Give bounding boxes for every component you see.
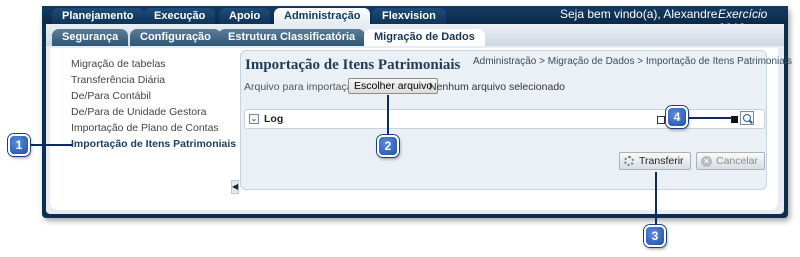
log-label: Log <box>264 113 284 125</box>
log-stop-icon[interactable] <box>731 116 738 123</box>
sidebar-item-importacao-plano-de-contas[interactable]: Importação de Plano de Contas <box>71 122 219 134</box>
subtab-seguranca[interactable]: Segurança <box>52 29 129 46</box>
subtab-migracao-de-dados[interactable]: Migração de Dados <box>364 29 485 46</box>
cancel-icon: × <box>701 156 712 167</box>
main-nav: Planejamento Execução Apoio Administraçã… <box>42 6 788 35</box>
callout-3-badge: 3 <box>644 225 666 247</box>
page-title: Importação de Itens Patrimoniais <box>245 57 461 73</box>
expand-log-icon[interactable]: ⌄ <box>249 114 259 124</box>
tab-flexvision[interactable]: Flexvision <box>372 8 446 24</box>
transfer-button-label: Transferir <box>639 155 684 167</box>
choose-file-button[interactable]: Escolher arquivo <box>348 78 439 94</box>
sidebar-item-importacao-itens-patrimoniais[interactable]: Importação de Itens Patrimoniais <box>71 138 236 150</box>
cancel-button[interactable]: × Cancelar <box>696 152 766 170</box>
callout-2-leader <box>387 95 389 135</box>
cancel-button-label: Cancelar <box>716 155 759 167</box>
tab-planejamento[interactable]: Planejamento <box>52 8 144 24</box>
tab-execucao[interactable]: Execução <box>144 8 216 24</box>
callout-1-badge: 1 <box>8 134 30 156</box>
subtab-estrutura-classificatoria[interactable]: Estrutura Classificatória <box>218 29 366 46</box>
callout-4-leader <box>686 117 732 119</box>
sidebar-collapse-handle[interactable]: ◀ <box>231 180 239 194</box>
welcome-text: Seja bem vindo(a), Alexandre <box>560 7 718 21</box>
callout-3-leader <box>655 172 657 227</box>
log-search-icon[interactable] <box>740 111 754 125</box>
callout-4-badge: 4 <box>666 106 688 128</box>
tab-administracao[interactable]: Administração <box>274 8 371 24</box>
log-square-icon[interactable] <box>657 116 665 124</box>
subtab-configuracao[interactable]: Configuração <box>130 29 221 46</box>
file-status-text: Nenhum arquivo selecionado <box>429 81 566 93</box>
gear-icon <box>624 156 634 166</box>
callout-2-badge: 2 <box>377 135 399 157</box>
sidebar-item-transferencia-diaria[interactable]: Transferência Diária <box>71 74 165 86</box>
tab-apoio[interactable]: Apoio <box>219 8 271 24</box>
sidebar-item-migracao-de-tabelas[interactable]: Migração de tabelas <box>71 58 166 70</box>
sub-nav: Segurança Configuração Estrutura Classif… <box>46 24 784 46</box>
breadcrumb: Administração > Migração de Dados > Impo… <box>473 56 793 67</box>
sidebar-item-de-para-unidade-gestora[interactable]: De/Para de Unidade Gestora <box>71 106 206 118</box>
sidebar-item-de-para-contabil[interactable]: De/Para Contábil <box>71 90 151 102</box>
file-field-label: Arquivo para importação <box>244 81 359 93</box>
transfer-button[interactable]: Transferir <box>619 152 691 170</box>
callout-1-leader <box>30 144 72 146</box>
